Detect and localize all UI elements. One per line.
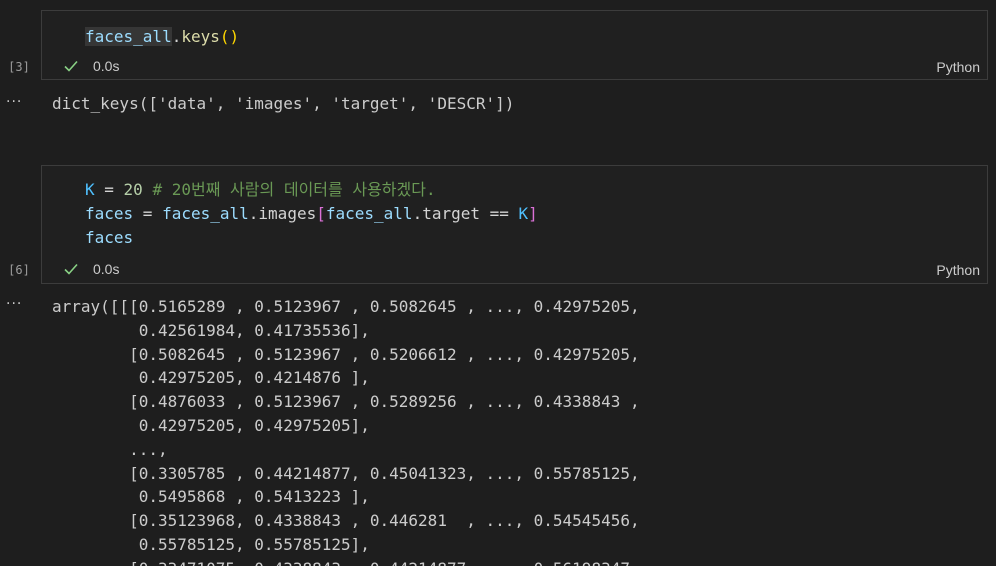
check-icon xyxy=(64,60,78,72)
code-token: K xyxy=(85,180,95,199)
code-token: .target == xyxy=(412,204,519,223)
output-line: 0.55785125, 0.55785125], xyxy=(52,534,370,554)
code-line: faces_all.keys() xyxy=(85,25,239,49)
execution-count: [6] xyxy=(8,263,30,277)
code-cell[interactable]: faces_all.keys() 0.0s Python xyxy=(41,10,988,80)
code-token: [ xyxy=(316,204,326,223)
output-line: array([[[0.5165289 , 0.5123967 , 0.50826… xyxy=(52,297,640,316)
code-token: faces_all xyxy=(325,204,413,223)
code-editor[interactable]: K = 20 # 20번째 사람의 데이터를 사용하겠다. faces = fac… xyxy=(85,178,538,250)
output-line: dict_keys(['data', 'images', 'target', '… xyxy=(52,94,515,113)
code-cell[interactable]: K = 20 # 20번째 사람의 데이터를 사용하겠다. faces = fac… xyxy=(41,165,988,284)
output-more-icon[interactable]: ··· xyxy=(6,296,22,312)
code-token: faces_all xyxy=(162,204,249,223)
execution-time: 0.0s xyxy=(93,261,120,277)
output-line: [0.33471075, 0.4338843 , 0.44214877, ...… xyxy=(52,557,640,566)
cell-status: 0.0s xyxy=(62,260,119,278)
code-token: = xyxy=(94,180,124,199)
output-line: 0.42975205, 0.4214876 ], xyxy=(52,368,370,388)
code-editor[interactable]: faces_all.keys() xyxy=(85,25,239,49)
code-token: faces xyxy=(85,228,134,247)
execution-time: 0.0s xyxy=(93,58,120,74)
code-line: K = 20 # 20번째 사람의 데이터를 사용하겠다. xyxy=(85,178,538,202)
output-line: [0.3305785 , 0.44214877, 0.45041323, ...… xyxy=(52,463,640,483)
code-token: . xyxy=(171,27,182,46)
output-line: [0.35123968, 0.4338843 , 0.446281 , ...,… xyxy=(52,511,640,531)
output-line: [0.4876033 , 0.5123967 , 0.5289256 , ...… xyxy=(52,392,640,412)
code-token: # 20번째 사람의 데이터를 사용하겠다. xyxy=(152,180,436,199)
output-line: [0.5082645 , 0.5123967 , 0.5206612 , ...… xyxy=(52,344,640,364)
kernel-language[interactable]: Python xyxy=(936,262,980,278)
output-more-icon[interactable]: ··· xyxy=(6,94,22,110)
cell-status: 0.0s xyxy=(62,57,119,75)
code-token: keys xyxy=(181,27,220,46)
code-token: faces_all xyxy=(85,27,172,46)
execution-count: [3] xyxy=(8,60,30,74)
cell-output: array([[[0.5165289 , 0.5123967 , 0.50826… xyxy=(52,295,640,566)
check-icon xyxy=(64,263,78,275)
code-token: () xyxy=(219,27,240,46)
code-token: = xyxy=(133,204,163,223)
notebook: faces_all.keys() 0.0s Python [3] ··· dic… xyxy=(0,0,996,566)
code-token: ] xyxy=(528,204,538,223)
output-line: 0.5495868 , 0.5413223 ], xyxy=(52,487,370,507)
output-line: ..., xyxy=(52,439,168,459)
output-line: 0.42561984, 0.41735536], xyxy=(52,320,370,340)
kernel-language[interactable]: Python xyxy=(936,59,980,75)
code-token: K xyxy=(518,204,529,223)
code-token: faces xyxy=(85,204,134,223)
code-line: faces = faces_all.images[faces_all.targe… xyxy=(85,202,538,226)
code-token: 20 xyxy=(123,180,143,199)
code-line: faces xyxy=(85,226,538,250)
cell-output: dict_keys(['data', 'images', 'target', '… xyxy=(52,92,514,116)
code-token: .images xyxy=(248,204,317,223)
output-line: 0.42975205, 0.42975205], xyxy=(52,415,370,435)
